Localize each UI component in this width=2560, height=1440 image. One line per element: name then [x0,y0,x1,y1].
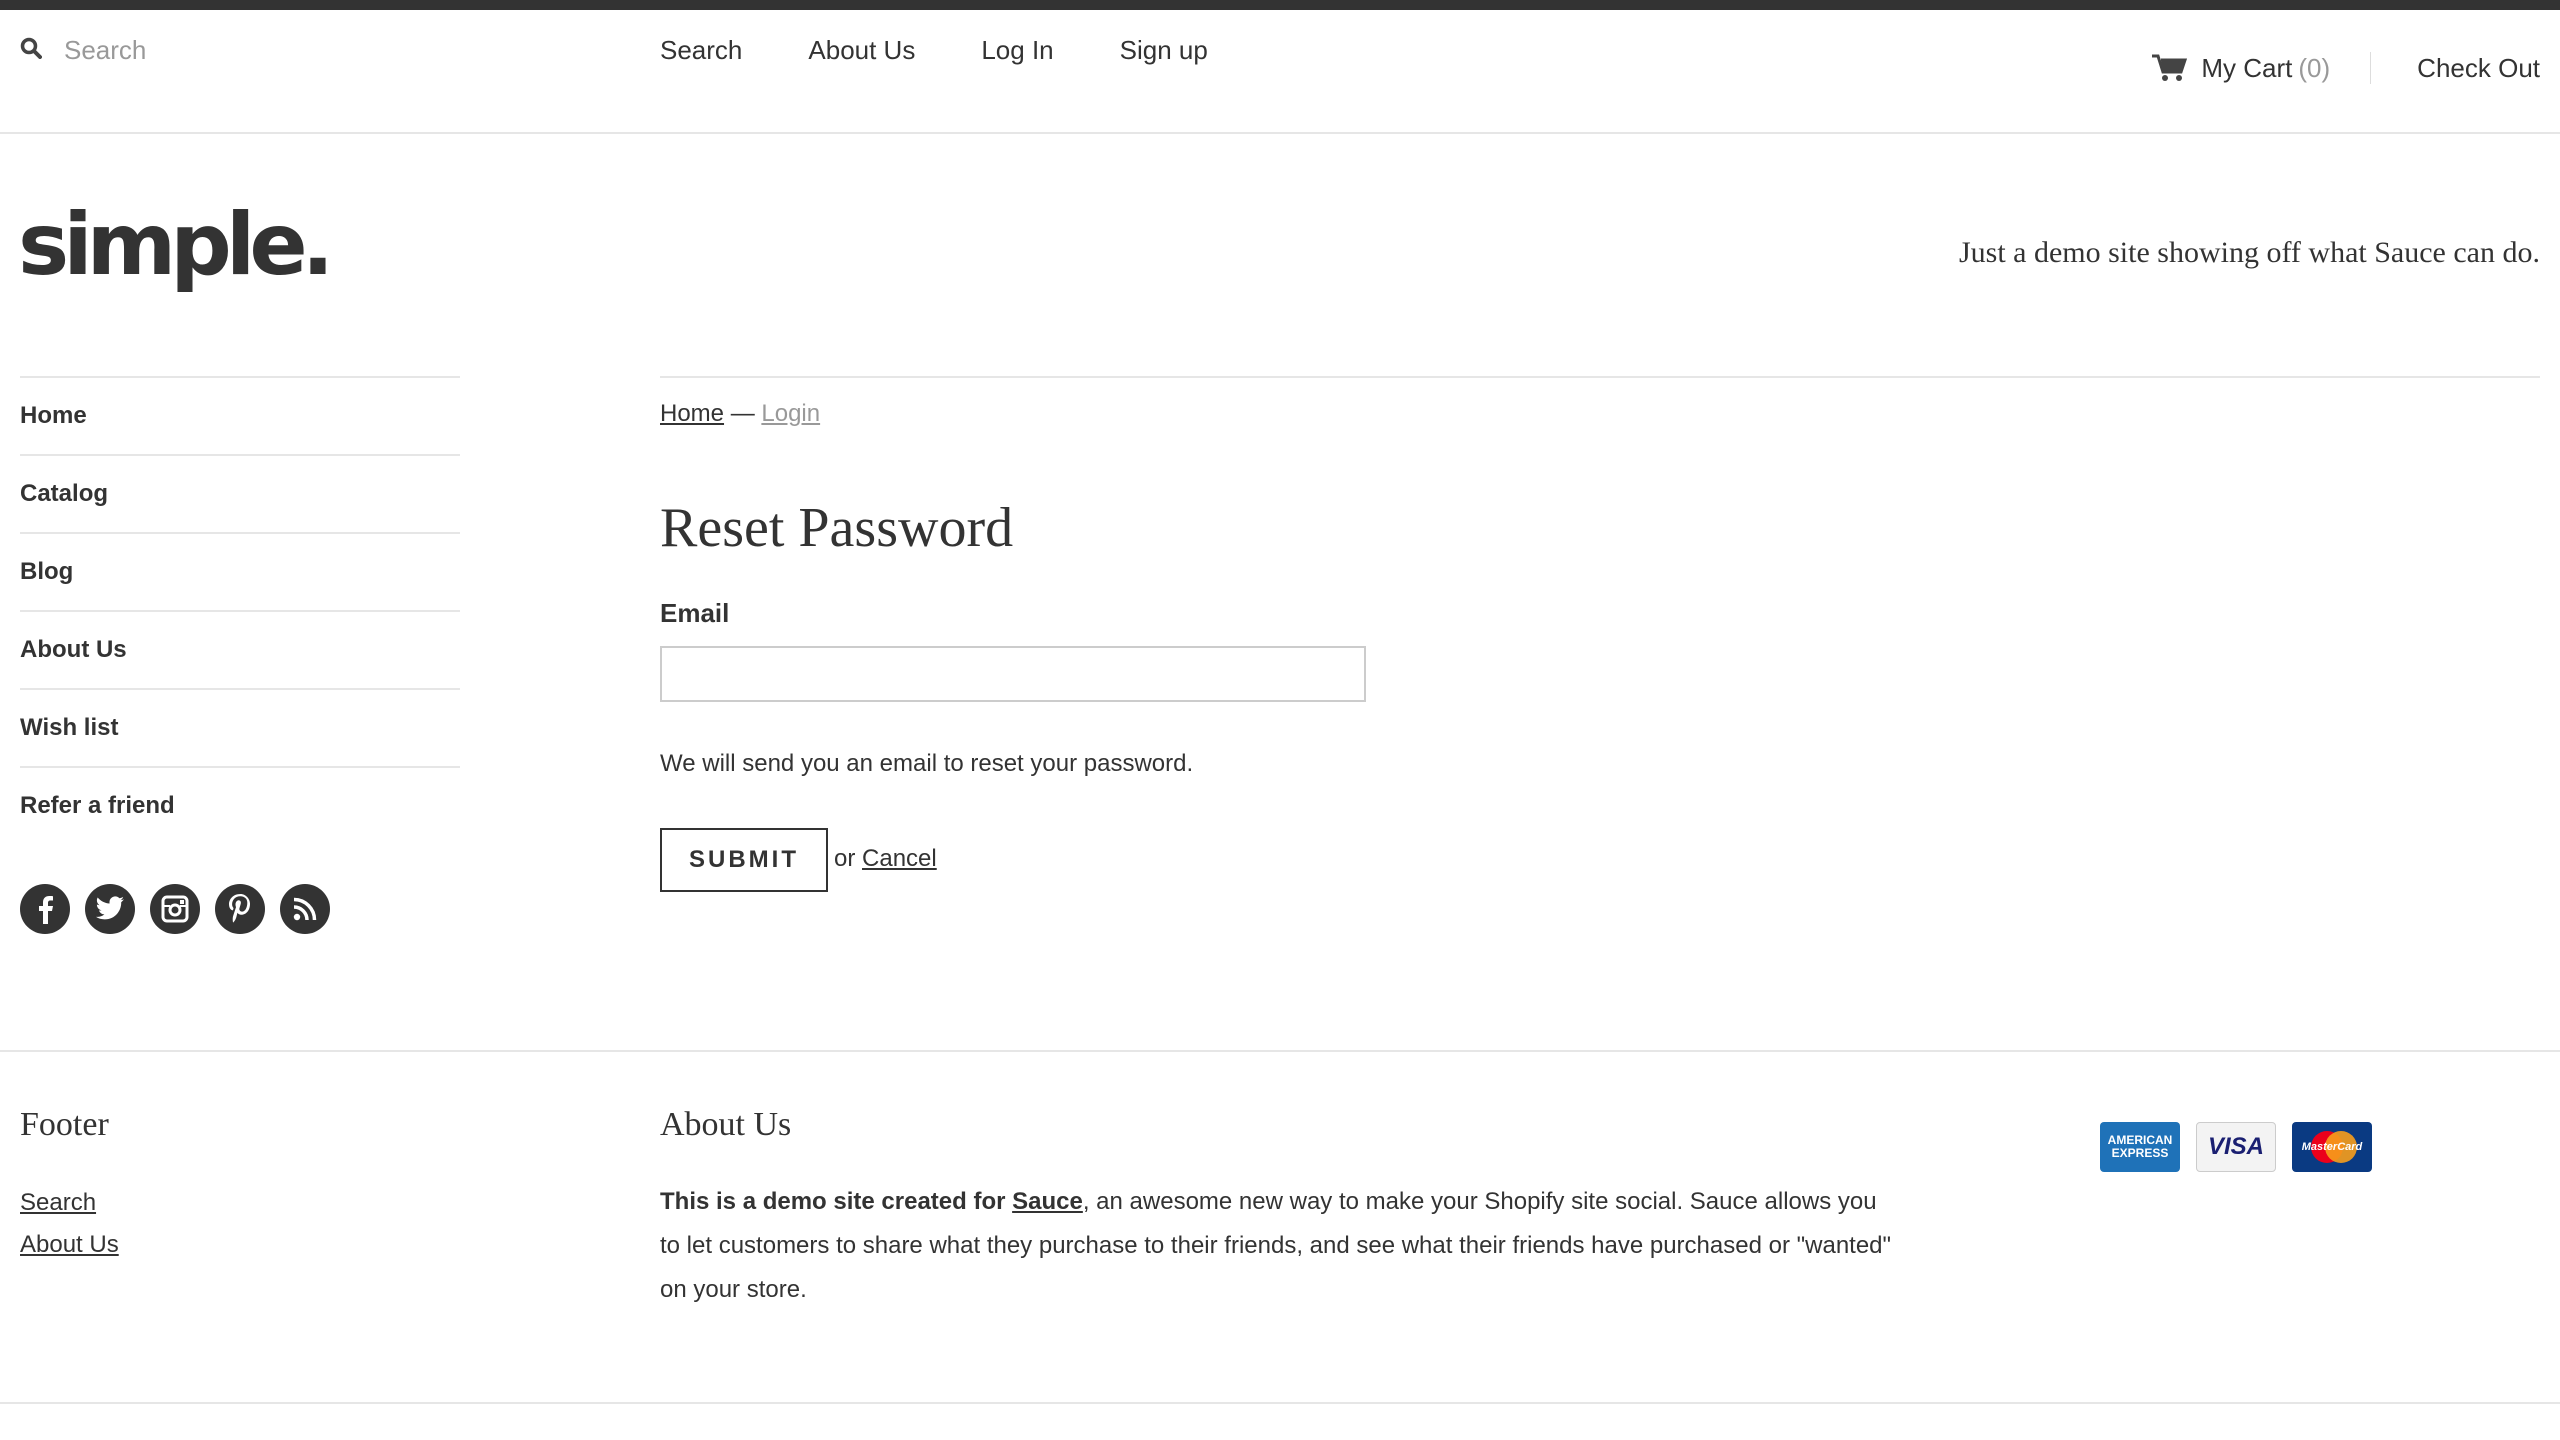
reset-help-text: We will send you an email to reset your … [660,750,1194,777]
sidebar-item-blog[interactable]: Blog [20,532,460,610]
cancel-link[interactable]: Cancel [862,845,937,872]
mastercard-card-icon: MasterCard [2292,1122,2372,1172]
cart-divider [2370,52,2372,84]
top-stripe [0,0,2560,10]
breadcrumb-home[interactable]: Home [660,400,724,427]
sidebar-nav: Home Catalog Blog About Us Wish list Ref… [20,376,460,844]
cancel-area: or Cancel [834,845,937,873]
breadcrumb-current[interactable]: Login [761,400,820,427]
pinterest-icon[interactable] [215,884,265,934]
amex-card-icon: AMERICAN EXPRESS [2100,1122,2180,1172]
site-logo[interactable]: simple. [18,190,334,300]
check-out-link[interactable]: Check Out [2417,53,2540,84]
footer-about-text: This is a demo site created for Sauce, a… [660,1180,1900,1312]
sidebar-item-catalog[interactable]: Catalog [20,454,460,532]
email-field[interactable] [660,646,1366,702]
facebook-icon[interactable] [20,884,70,934]
sidebar-item-home[interactable]: Home [20,376,460,454]
search-icon[interactable] [20,37,42,64]
header-search [20,30,564,70]
site-tagline: Just a demo site showing off what Sauce … [1958,236,2540,269]
sidebar-item-refer-a-friend[interactable]: Refer a friend [20,766,460,844]
sidebar-item-wish-list[interactable]: Wish list [20,688,460,766]
footer-links: Search About Us [20,1182,119,1266]
submit-button[interactable]: SUBMIT [660,828,828,892]
my-cart-link[interactable]: My Cart (0) [2151,53,2330,84]
top-nav-sign-up[interactable]: Sign up [1120,30,1208,70]
social-links [20,884,330,934]
footer-bottom-divider [0,1402,2560,1404]
sauce-link[interactable]: Sauce [1012,1188,1083,1215]
cart-icon [2151,53,2188,83]
header-divider [0,132,2560,134]
cart-label: My Cart [2201,52,2293,83]
breadcrumb: Home — Login [660,400,820,428]
footer-link-about-us[interactable]: About Us [20,1224,119,1266]
twitter-icon[interactable] [85,884,135,934]
page-title: Reset Password [660,497,1014,559]
visa-card-icon: VISA [2196,1122,2276,1172]
footer-top-divider [0,1050,2560,1052]
email-label: Email [660,598,730,628]
content-divider [660,376,2540,378]
rss-icon[interactable] [280,884,330,934]
top-nav-log-in[interactable]: Log In [981,30,1053,70]
footer-link-search[interactable]: Search [20,1182,119,1224]
about-bold-prefix: This is a demo site created for [660,1188,1006,1215]
footer-heading: Footer [20,1106,109,1143]
top-nav-search[interactable]: Search [660,30,742,70]
top-nav: Search About Us Log In Sign up [660,30,1274,70]
or-text: or [834,845,856,872]
sidebar-item-about-us[interactable]: About Us [20,610,460,688]
search-input[interactable] [64,34,564,66]
cart-count: (0) [2298,52,2331,83]
top-nav-about-us[interactable]: About Us [808,30,915,70]
breadcrumb-separator: — [730,400,755,427]
footer-about-heading: About Us [660,1106,792,1143]
instagram-icon[interactable] [150,884,200,934]
cart-area: My Cart (0) Check Out [2151,52,2540,84]
payment-cards: AMERICAN EXPRESS VISA MasterCard [2100,1122,2372,1172]
